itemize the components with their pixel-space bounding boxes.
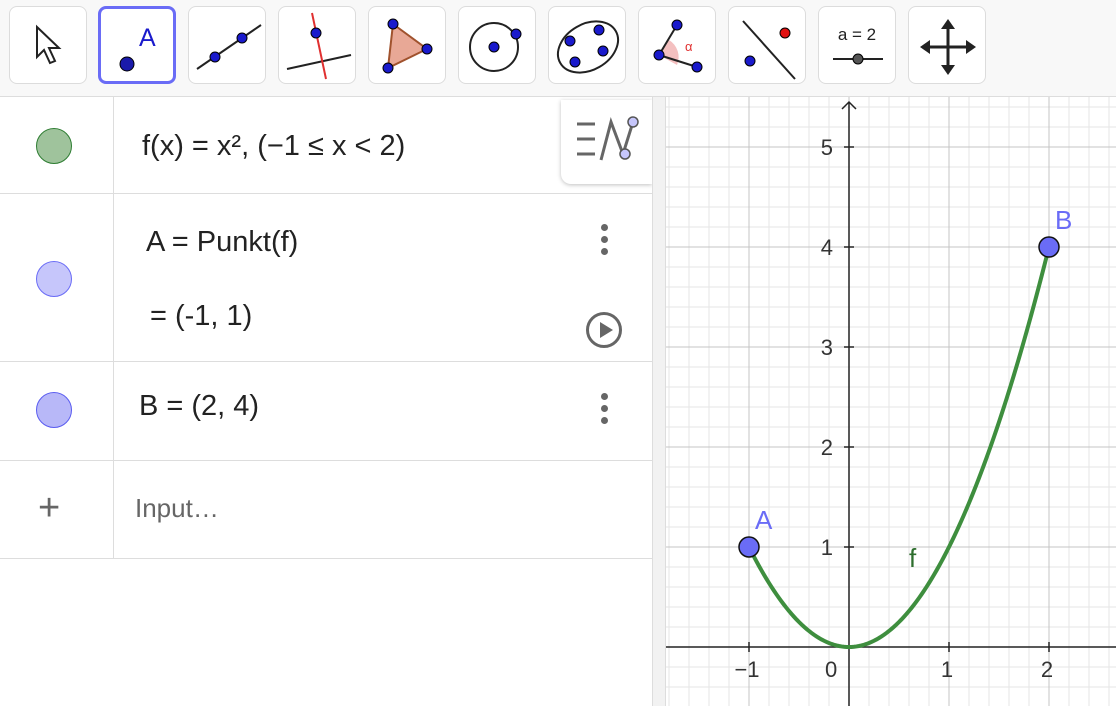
algebra-row-f[interactable]: f(x) = x², (−1 ≤ x < 2) [0,97,652,194]
curve-label-f: f [909,543,917,573]
angle-tool[interactable]: α [638,6,716,84]
algebra-stylebar-button[interactable] [561,100,652,184]
x-tick-label: 1 [941,657,953,682]
cursor-arrow-icon [36,24,62,65]
more-options-icon[interactable] [599,224,609,260]
point-tool[interactable]: A [98,6,176,84]
reflect-tool[interactable] [728,6,806,84]
point-label-a: A [755,505,773,535]
angle-tool-label: α [685,39,693,54]
algebra-input[interactable]: Input… [135,493,219,524]
perpendicular-line-tool[interactable] [278,6,356,84]
reflect-about-line-icon [742,20,796,80]
function-definition[interactable]: f(x) = x², (−1 ≤ x < 2) [142,130,405,163]
visibility-toggle-f[interactable] [36,128,72,164]
y-tick-label: 1 [821,535,833,560]
point-a-definition[interactable]: A = Punkt(f) [146,226,298,259]
polygon-tool[interactable] [368,6,446,84]
slider-icon [833,53,883,65]
visibility-toggle-a[interactable] [36,261,72,297]
algebra-view: f(x) = x², (−1 ≤ x < 2) A = Punkt(f) = (… [0,97,652,706]
line-through-points-icon [196,24,262,70]
point-tool-label: A [139,24,156,52]
x-tick-label: 2 [1041,657,1053,682]
view-divider[interactable] [652,97,666,706]
algebra-description-icon [577,116,639,161]
polygon-icon [382,18,433,74]
point-a[interactable] [738,536,760,558]
point-b-definition[interactable]: B = (2, 4) [139,390,259,423]
conic-through-points-icon [556,20,620,74]
move-arrows-icon [920,19,976,75]
algebra-row-b[interactable]: B = (2, 4) [0,362,652,461]
play-animation-icon[interactable] [586,312,622,348]
y-tick-label: 2 [821,435,833,460]
visibility-toggle-b[interactable] [36,392,72,428]
x-tick-label: 0 [825,657,837,682]
line-tool[interactable] [188,6,266,84]
point-b[interactable] [1038,236,1060,258]
y-tick-label: 3 [821,335,833,360]
angle-icon: α [653,19,703,73]
conic-tool[interactable] [548,6,626,84]
x-tick-label: −1 [734,657,759,682]
algebra-input-row[interactable]: + Input… [0,461,652,559]
y-tick-label: 5 [821,135,833,160]
perpendicular-line-icon [286,12,352,80]
point-a-value: = (-1, 1) [150,300,253,332]
more-options-icon[interactable] [599,393,609,429]
move-tool[interactable] [9,6,87,84]
plus-icon[interactable]: + [38,489,60,527]
slider-tool[interactable]: a = 2 [818,6,896,84]
coordinate-plane[interactable]: −1 0 1 2 1 2 3 4 5 f A B [666,97,1116,706]
y-tick-label: 4 [821,235,833,260]
move-graphics-view-tool[interactable] [908,6,986,84]
point-icon: A [119,24,156,72]
circle-tool[interactable] [458,6,536,84]
point-label-b: B [1055,205,1072,235]
toolbar: A α a = 2 [0,0,1116,97]
algebra-row-a[interactable]: A = Punkt(f) = (-1, 1) [0,194,652,362]
circle-center-point-icon [469,22,522,72]
graphics-view[interactable]: −1 0 1 2 1 2 3 4 5 f A B [666,97,1116,706]
